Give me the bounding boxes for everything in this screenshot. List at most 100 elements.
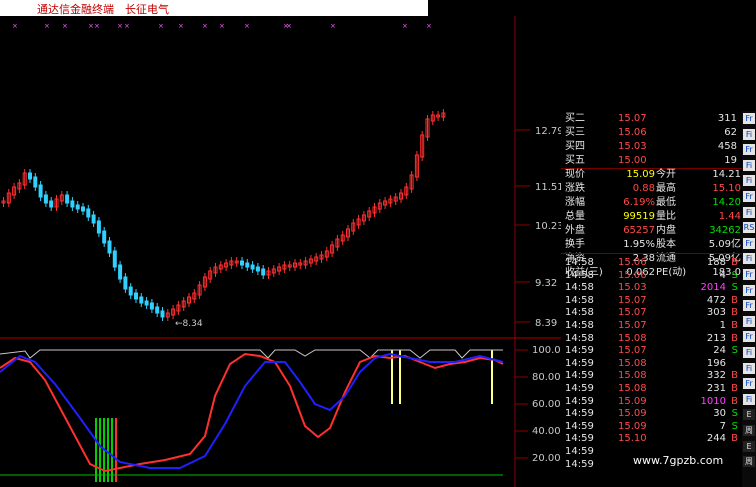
tool-button[interactable]: Fr bbox=[743, 300, 755, 312]
tool-button[interactable]: Fi bbox=[743, 315, 755, 327]
signal-marker: × bbox=[62, 22, 68, 30]
tool-button[interactable]: Fr bbox=[743, 269, 755, 280]
tool-button[interactable]: E bbox=[743, 409, 755, 421]
tool-button[interactable]: Fi bbox=[743, 159, 755, 171]
signal-marker: × bbox=[426, 22, 432, 30]
quote-value: 0.88 bbox=[632, 183, 655, 194]
quote-row[interactable]: 现价 15.09 今开 14.21 bbox=[561, 168, 742, 182]
tool-button[interactable]: Fi bbox=[743, 347, 755, 358]
kline-chart[interactable]: × × × × × × × × × × × × ×× × × × ←8.34 12.79 11.51 10.2… bbox=[0, 16, 561, 487]
book-label: 买五 bbox=[565, 155, 585, 166]
d-line bbox=[0, 352, 504, 469]
candle-body bbox=[49, 200, 54, 208]
book-label: 买三 bbox=[565, 127, 585, 138]
candle-body bbox=[160, 310, 165, 318]
quote-row[interactable]: 总量 99519 量比 1.44 bbox=[561, 210, 742, 224]
quote-value: 6.19% bbox=[623, 197, 655, 208]
candle-body bbox=[112, 250, 117, 268]
quote-label-2: 最低 bbox=[656, 197, 676, 208]
tool-button[interactable]: Fi bbox=[743, 393, 755, 405]
order-book-row[interactable]: 买三 15.06 62 bbox=[561, 126, 742, 140]
order-book-row[interactable]: 买二 15.07 311 bbox=[561, 112, 742, 126]
signal-marker: × bbox=[219, 22, 225, 30]
quote-row[interactable]: 涨幅 6.19% 最低 14.20 bbox=[561, 196, 742, 210]
candle-body bbox=[261, 268, 266, 276]
book-volume: 458 bbox=[717, 141, 737, 152]
candle-body bbox=[144, 300, 149, 306]
signal-marker: × bbox=[12, 22, 18, 30]
tool-button[interactable]: Fi bbox=[743, 206, 755, 218]
book-price: 15.06 bbox=[618, 127, 647, 138]
tool-button[interactable]: Fi bbox=[743, 362, 755, 374]
tool-button[interactable]: Fr bbox=[743, 378, 755, 390]
quote-label-2: 最高 bbox=[656, 183, 676, 194]
tool-button[interactable]: 周 bbox=[743, 425, 755, 436]
quote-value: 65257 bbox=[623, 225, 655, 236]
tool-button[interactable]: Fr bbox=[743, 144, 755, 156]
tool-button[interactable]: Fi bbox=[743, 253, 755, 265]
tool-button[interactable]: Fr bbox=[743, 113, 755, 124]
title-bar: 通达信金融终端 长征电气 bbox=[0, 0, 428, 16]
ticks-separator bbox=[561, 253, 742, 254]
signal-marker: × bbox=[244, 22, 250, 30]
quote-row[interactable]: 外盘 65257 内盘 34262 bbox=[561, 224, 742, 238]
signal-marker: × bbox=[202, 22, 208, 30]
watermark: www.7gpzb.com bbox=[633, 454, 724, 467]
price-label-5: 8.39 bbox=[535, 318, 557, 329]
signal-marker: × bbox=[286, 22, 292, 30]
quote-label: 外盘 bbox=[565, 225, 585, 236]
candle-body bbox=[128, 286, 133, 296]
signal-marker: × bbox=[88, 22, 94, 30]
indicator-label-5: 20.00 bbox=[532, 453, 561, 464]
candle-body bbox=[255, 266, 260, 272]
quote-value-2: 15.10 bbox=[712, 183, 741, 194]
low-price-marker: ←8.34 bbox=[175, 319, 203, 329]
indicator-label-3: 60.00 bbox=[532, 399, 561, 410]
candle-body bbox=[245, 262, 250, 268]
book-price: 15.03 bbox=[618, 141, 647, 152]
quote-row[interactable]: 换手 1.95% 股本 5.09亿 bbox=[561, 238, 742, 252]
tool-button[interactable]: Fr bbox=[743, 237, 755, 249]
signal-marker: × bbox=[158, 22, 164, 30]
book-label: 买四 bbox=[565, 141, 585, 152]
candlestick-series bbox=[1, 109, 446, 321]
tool-button[interactable]: 周 bbox=[743, 456, 755, 468]
quote-label: 涨幅 bbox=[565, 197, 585, 208]
quote-value-2: 14.21 bbox=[712, 169, 741, 180]
tick-time: 14:59 bbox=[565, 458, 594, 470]
signal-marker: × bbox=[117, 22, 123, 30]
candle-body bbox=[139, 296, 144, 304]
book-volume: 19 bbox=[724, 155, 737, 166]
stock-terminal-window: 通达信金融终端 长征电气 × × × × × × × × × × × × × × × × × ←8.34 12.… bbox=[0, 0, 756, 487]
quote-panel: 买二 15.07 311 买三 15.06 62 买四 15.03 458 买五 15.00 19 现… bbox=[561, 111, 742, 487]
candle-body bbox=[118, 264, 123, 280]
tool-button[interactable]: E bbox=[743, 440, 755, 452]
book-price: 15.07 bbox=[618, 113, 647, 124]
tool-button[interactable]: Fr bbox=[743, 331, 755, 343]
tool-button[interactable]: Fr bbox=[743, 284, 755, 296]
signal-marker: × bbox=[178, 22, 184, 30]
signal-marker: × bbox=[402, 22, 408, 30]
price-label-3: 10.23 bbox=[535, 221, 561, 232]
price-chart-area bbox=[0, 16, 561, 336]
quote-row[interactable]: 涨跌 0.88 最高 15.10 bbox=[561, 182, 742, 196]
book-price: 15.00 bbox=[618, 155, 647, 166]
tool-button[interactable]: RS bbox=[743, 222, 755, 234]
candle-body bbox=[75, 204, 80, 210]
quote-label-2: 今开 bbox=[656, 169, 676, 180]
order-book-row[interactable]: 买五 15.00 19 bbox=[561, 154, 742, 168]
tool-button[interactable]: Fi bbox=[743, 175, 755, 187]
candle-body bbox=[43, 194, 48, 204]
quote-label-2: 股本 bbox=[656, 239, 676, 250]
candle-body bbox=[81, 206, 85, 212]
order-book-row[interactable]: 买四 15.03 458 bbox=[561, 140, 742, 154]
price-label-2: 11.51 bbox=[535, 182, 561, 193]
price-label-1: 12.79 bbox=[535, 126, 561, 137]
candle-body bbox=[86, 208, 91, 218]
candle-body bbox=[28, 172, 32, 180]
candle-body bbox=[102, 230, 107, 244]
tool-button[interactable]: Fr bbox=[743, 191, 755, 202]
quote-value: 1.95% bbox=[623, 239, 655, 250]
tool-button[interactable]: Fi bbox=[743, 128, 755, 140]
book-volume: 62 bbox=[724, 127, 737, 138]
